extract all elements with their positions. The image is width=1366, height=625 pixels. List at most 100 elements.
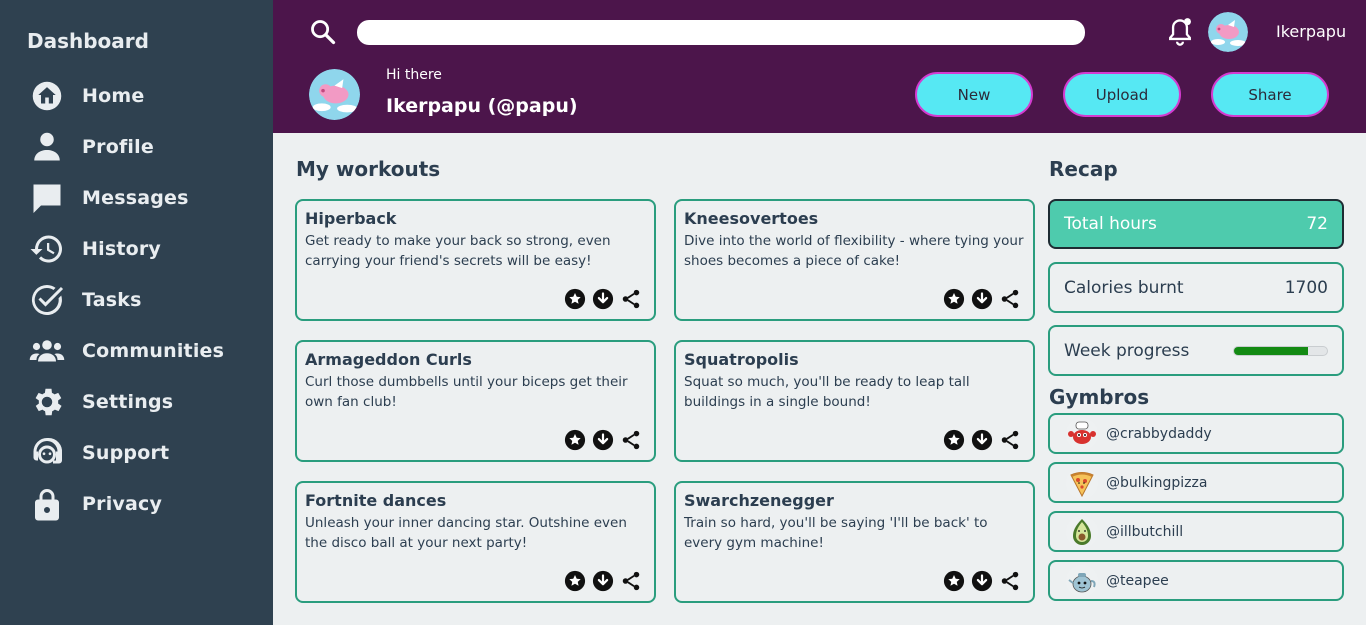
workout-description: Train so hard, you'll be saying 'I'll be… [684, 515, 988, 551]
sidebar-nav: Home Profile Messages History Tasks Comm… [0, 70, 273, 529]
workout-card[interactable]: Armageddon Curls Curl those dumbbells un… [295, 340, 656, 462]
upload-button[interactable]: Upload [1063, 72, 1181, 117]
workout-title: Fortnite dances [305, 491, 447, 510]
search-icon[interactable] [309, 18, 337, 46]
gear-icon [28, 383, 66, 421]
share-icon[interactable] [999, 288, 1021, 310]
workout-actions [564, 570, 642, 592]
new-button[interactable]: New [915, 72, 1033, 117]
download-icon[interactable] [592, 570, 614, 592]
gymbro-item[interactable]: @bulkingpizza [1048, 462, 1344, 503]
sidebar-item-settings[interactable]: Settings [0, 376, 273, 427]
download-icon[interactable] [592, 288, 614, 310]
workout-description: Squat so much, you'll be ready to leap t… [684, 374, 970, 410]
workout-actions [564, 429, 642, 451]
recap-title: Recap [1049, 157, 1118, 181]
gymbro-handle: @illbutchill [1106, 523, 1184, 540]
sidebar-item-label: History [82, 237, 162, 260]
lock-icon [28, 485, 66, 523]
support-icon [28, 434, 66, 472]
sidebar-item-communities[interactable]: Communities [0, 325, 273, 376]
notification-bell-icon[interactable] [1166, 17, 1194, 47]
user-icon [28, 128, 66, 166]
gymbro-item[interactable]: @teapee [1048, 560, 1344, 601]
sidebar-item-label: Tasks [82, 288, 142, 311]
avocado-avatar [1066, 515, 1098, 548]
workout-card[interactable]: Fortnite dances Unleash your inner danci… [295, 481, 656, 603]
workout-card[interactable]: Swarchzenegger Train so hard, you'll be … [674, 481, 1035, 603]
share-icon[interactable] [620, 570, 642, 592]
crab-avatar [1066, 417, 1098, 450]
total-hours-label: Total hours [1064, 214, 1157, 234]
workout-description: Curl those dumbbells until your biceps g… [305, 374, 628, 410]
workout-card[interactable]: Hiperback Get ready to make your back so… [295, 199, 656, 321]
download-icon[interactable] [971, 570, 993, 592]
week-progress-label: Week progress [1064, 340, 1190, 361]
header: Ikerpapu Hi there Ikerpapu (@papu) New U… [273, 0, 1366, 133]
share-icon[interactable] [620, 288, 642, 310]
workout-title: Armageddon Curls [305, 350, 472, 369]
sidebar-title: Dashboard [27, 29, 149, 53]
download-icon[interactable] [592, 429, 614, 451]
workout-description: Unleash your inner dancing star. Outshin… [305, 515, 627, 551]
sidebar-item-support[interactable]: Support [0, 427, 273, 478]
sidebar-item-label: Messages [82, 186, 189, 209]
calories-value: 1700 [1284, 277, 1328, 298]
chat-icon [28, 179, 66, 217]
gymbro-handle: @crabbydaddy [1106, 425, 1212, 442]
workout-title: Hiperback [305, 209, 397, 228]
sidebar-item-label: Home [82, 84, 145, 107]
week-progress-bar [1233, 345, 1328, 356]
workout-actions [564, 288, 642, 310]
sidebar-item-label: Privacy [82, 492, 163, 515]
workout-actions [943, 570, 1021, 592]
total-hours-value: 72 [1306, 214, 1328, 234]
sidebar-item-label: Support [82, 441, 170, 464]
share-icon[interactable] [620, 429, 642, 451]
share-button[interactable]: Share [1211, 72, 1329, 117]
workout-card[interactable]: Squatropolis Squat so much, you'll be re… [674, 340, 1035, 462]
share-icon[interactable] [999, 429, 1021, 451]
download-icon[interactable] [971, 288, 993, 310]
week-progress-card: Week progress [1048, 325, 1344, 376]
sidebar-item-history[interactable]: History [0, 223, 273, 274]
star-icon[interactable] [943, 429, 965, 451]
sidebar-item-messages[interactable]: Messages [0, 172, 273, 223]
workout-description: Get ready to make your back so strong, e… [305, 233, 611, 269]
gymbro-item[interactable]: @illbutchill [1048, 511, 1344, 552]
star-icon[interactable] [564, 288, 586, 310]
home-icon [28, 77, 66, 115]
header-username[interactable]: Ikerpapu [1276, 22, 1346, 41]
star-icon[interactable] [943, 288, 965, 310]
share-icon[interactable] [999, 570, 1021, 592]
calories-label: Calories burnt [1064, 277, 1184, 298]
total-hours-card: Total hours 72 [1048, 199, 1344, 249]
gymbro-item[interactable]: @crabbydaddy [1048, 413, 1344, 454]
star-icon[interactable] [943, 570, 965, 592]
workout-actions [943, 288, 1021, 310]
sidebar-item-label: Settings [82, 390, 174, 413]
gymbro-handle: @bulkingpizza [1106, 474, 1208, 491]
workout-title: Swarchzenegger [684, 491, 834, 510]
avatar[interactable] [1208, 12, 1248, 52]
sidebar-item-tasks[interactable]: Tasks [0, 274, 273, 325]
sidebar-item-privacy[interactable]: Privacy [0, 478, 273, 529]
star-icon[interactable] [564, 429, 586, 451]
sidebar-item-home[interactable]: Home [0, 70, 273, 121]
workout-description: Dive into the world of flexibility - whe… [684, 233, 1024, 269]
workout-card[interactable]: Kneesovertoes Dive into the world of fle… [674, 199, 1035, 321]
search-input[interactable] [357, 20, 1085, 45]
sidebar-item-profile[interactable]: Profile [0, 121, 273, 172]
check-icon [28, 281, 66, 319]
week-progress-fill [1234, 346, 1309, 355]
download-icon[interactable] [971, 429, 993, 451]
profile-avatar [309, 69, 360, 120]
profile-display-name: Ikerpapu (@papu) [386, 95, 578, 117]
calories-card: Calories burnt 1700 [1048, 262, 1344, 313]
workout-title: Kneesovertoes [684, 209, 819, 228]
pizza-avatar [1066, 466, 1098, 499]
group-icon [28, 332, 66, 370]
gymbro-handle: @teapee [1106, 572, 1169, 589]
workouts-title: My workouts [296, 157, 441, 181]
star-icon[interactable] [564, 570, 586, 592]
